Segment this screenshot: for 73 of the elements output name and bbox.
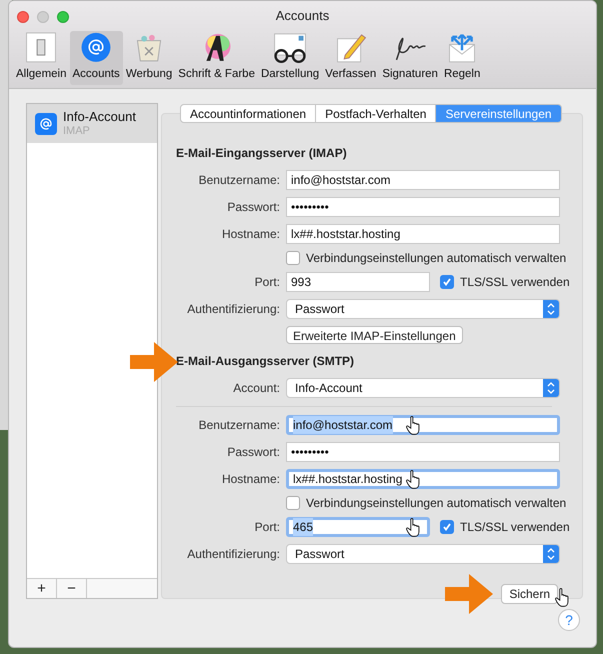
- hand-cursor-icon: [406, 470, 421, 488]
- close-button[interactable]: [17, 11, 29, 23]
- field-label: Passwort:: [226, 198, 280, 216]
- input-value: •••••••••: [291, 198, 329, 216]
- section-heading: E-Mail-Eingangsserver (IMAP): [176, 145, 347, 162]
- input-field[interactable]: 465: [286, 517, 430, 537]
- checkbox-label: TLS/SSL verwenden: [460, 519, 570, 536]
- field-label: Hostname:: [220, 470, 280, 488]
- switch-icon: [24, 31, 58, 64]
- dropdown[interactable]: Info-Account: [286, 378, 560, 398]
- hand-cursor-icon: [406, 518, 421, 537]
- input-field[interactable]: •••••••••: [286, 196, 560, 216]
- remove-button[interactable]: −: [57, 579, 87, 598]
- input-field[interactable]: •••••••••: [286, 442, 560, 462]
- input-value: lx##.hoststar.hosting: [291, 226, 400, 242]
- checkbox-label: Verbindungseinstellungen automatisch verwalten: [306, 495, 566, 512]
- checkmark-icon: [442, 277, 452, 287]
- toolbar-tab[interactable]: Darstellung: [258, 31, 322, 85]
- field-label: Authentifizierung:: [186, 300, 280, 318]
- tab[interactable]: Accountinformationen: [181, 105, 316, 122]
- toolbar-tab[interactable]: Schrift & Farbe: [175, 31, 258, 85]
- checkmark-icon: [442, 522, 452, 532]
- section-heading: E-Mail-Ausgangsserver (SMTP): [176, 353, 354, 370]
- checkbox[interactable]: [440, 520, 454, 534]
- help-button[interactable]: ?: [558, 609, 580, 631]
- field-label: Account:: [232, 380, 280, 396]
- account-name: Info-Account: [63, 110, 136, 124]
- toolbar-tab[interactable]: Werbung: [122, 31, 176, 85]
- zoom-button[interactable]: [57, 11, 69, 23]
- hand-cursor-icon: [555, 588, 570, 607]
- checkbox[interactable]: [286, 251, 300, 265]
- toolbar-tab[interactable]: Accounts: [70, 31, 123, 85]
- checkbox[interactable]: [286, 496, 300, 510]
- input-value: info@hoststar.com: [291, 172, 391, 188]
- input-field[interactable]: 993: [286, 272, 430, 292]
- checkbox-label: Verbindungseinstellungen automatisch verwalten: [306, 250, 566, 267]
- input-field[interactable]: info@hoststar.com: [286, 414, 560, 434]
- add-button[interactable]: +: [27, 579, 57, 598]
- field-label: Hostname:: [220, 226, 280, 242]
- minimize-button[interactable]: [37, 11, 49, 23]
- input-value: 993: [291, 274, 312, 291]
- input-field[interactable]: info@hoststar.com: [286, 170, 560, 190]
- input-value: lx##.hoststar.hosting: [293, 470, 402, 488]
- input-value: info@hoststar.com: [293, 416, 393, 434]
- toolbar-tab[interactable]: Signaturen: [379, 31, 441, 85]
- checkbox-label: TLS/SSL verwenden: [460, 274, 570, 291]
- dropdown[interactable]: Passwort: [286, 298, 560, 318]
- hand-cursor-icon: [406, 416, 421, 434]
- input-field[interactable]: lx##.hoststar.hosting: [286, 224, 560, 244]
- save-button[interactable]: Sichern: [501, 584, 558, 604]
- toolbar-tab[interactable]: Allgemein: [13, 31, 70, 85]
- toolbar-tab[interactable]: Regeln: [440, 31, 484, 85]
- input-value: 465: [293, 518, 314, 536]
- dropdown[interactable]: Passwort: [286, 544, 560, 564]
- field-label: Benutzername:: [198, 416, 280, 434]
- checkbox[interactable]: [440, 275, 454, 289]
- arrow-icon: [445, 574, 494, 614]
- arrow-icon: [130, 342, 178, 382]
- window-title: Accounts: [276, 7, 330, 26]
- field-label: Port:: [254, 274, 280, 291]
- stepper-icon: [543, 378, 559, 396]
- field-label: Passwort:: [226, 444, 280, 460]
- stepper-icon: [543, 300, 559, 318]
- toolbar-tab[interactable]: Verfassen: [322, 31, 380, 85]
- at-sign-icon: [79, 31, 114, 64]
- input-value: •••••••••: [291, 444, 329, 460]
- stepper-icon: [543, 544, 559, 562]
- input-field[interactable]: lx##.hoststar.hosting: [286, 468, 560, 488]
- field-label: Port:: [254, 519, 280, 536]
- field-label: Benutzername:: [198, 172, 280, 188]
- at-sign-icon: [35, 112, 57, 134]
- advanced-settings-button[interactable]: Erweiterte IMAP-Einstellungen: [286, 326, 463, 344]
- field-label: Authentifizierung:: [186, 546, 280, 562]
